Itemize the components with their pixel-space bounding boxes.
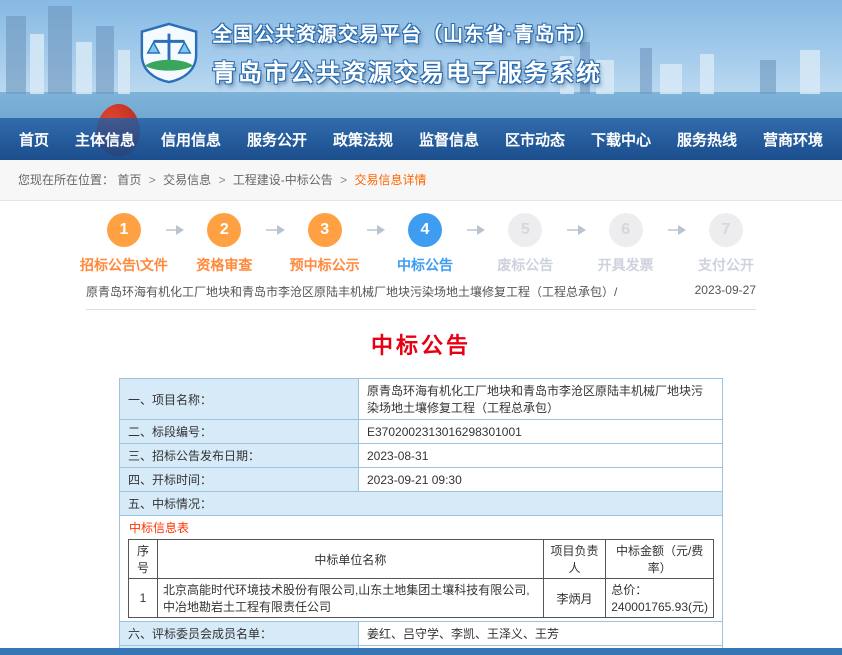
table-row: 三、招标公告发布日期： 2023-08-31 xyxy=(120,444,723,468)
table-section-row: 五、中标情况： xyxy=(120,492,723,516)
breadcrumb: 您现在所在位置： 首页 > 交易信息 > 工程建设-中标公告 > 交易信息详情 xyxy=(0,160,842,201)
building-shape xyxy=(76,42,92,94)
step-connector xyxy=(266,229,282,231)
row-value: 2023-08-31 xyxy=(359,444,723,468)
table-row: 四、开标时间： 2023-09-21 09:30 xyxy=(120,468,723,492)
step-label: 支付公开 xyxy=(666,255,786,275)
site-titles: 全国公共资源交易平台（山东省·青岛市） 青岛市公共资源交易电子服务系统 xyxy=(212,18,602,88)
building-shape xyxy=(96,26,114,94)
building-shape xyxy=(118,50,130,94)
step-circle: 3 xyxy=(308,213,342,247)
cell-award-amount: 总价：240001765.93(元) xyxy=(606,579,714,618)
step-3-pre-award-publicity: 3 预中标公示 xyxy=(289,213,361,275)
table-row: 二、标段编号： E3702002313016298301001 xyxy=(120,420,723,444)
section-label: 五、中标情况： xyxy=(120,492,723,516)
breadcrumb-separator: > xyxy=(149,173,156,187)
breadcrumb-separator: > xyxy=(340,173,347,187)
step-circle: 7 xyxy=(709,213,743,247)
brand: 全国公共资源交易平台（山东省·青岛市） 青岛市公共资源交易电子服务系统 xyxy=(138,18,602,88)
row-label: 一、项目名称： xyxy=(120,379,359,420)
nav-item-service-disclosure[interactable]: 服务公开 xyxy=(247,129,307,150)
step-2-qualification-review: 2 资格审查 xyxy=(188,213,260,275)
nav-item-credit-info[interactable]: 信用信息 xyxy=(161,129,221,150)
building-shape xyxy=(660,64,682,94)
footer-bar xyxy=(0,648,842,655)
step-circle: 5 xyxy=(508,213,542,247)
step-7-payment-disclosure: 7 支付公开 xyxy=(690,213,762,275)
system-title: 青岛市公共资源交易电子服务系统 xyxy=(212,53,602,88)
breadcrumb-current: 交易信息详情 xyxy=(355,173,427,187)
award-info-table: 序号 中标单位名称 项目负责人 中标金额（元/费率） 1 北京高能时代环境技术股… xyxy=(128,539,714,618)
doc-header: 原青岛环海有机化工厂地块和青岛市李沧区原陆丰机械厂地块污染场地土壤修复工程（工程… xyxy=(86,283,756,310)
col-header-winner-name: 中标单位名称 xyxy=(157,540,543,579)
cell-project-leader: 李炳月 xyxy=(543,579,605,618)
subtable-data-row: 1 北京高能时代环境技术股份有限公司,山东土地集团土壤科技有限公司,中冶地勘岩土… xyxy=(129,579,714,618)
row-value: E3702002313016298301001 xyxy=(359,420,723,444)
nav-item-supervision-info[interactable]: 监督信息 xyxy=(419,129,479,150)
step-connector xyxy=(668,229,684,231)
row-value: 原青岛环海有机化工厂地块和青岛市李沧区原陆丰机械厂地块污染场地土壤修复工程（工程… xyxy=(359,379,723,420)
row-value: 2023-09-21 09:30 xyxy=(359,468,723,492)
row-label: 三、招标公告发布日期： xyxy=(120,444,359,468)
nav-item-home[interactable]: 首页 xyxy=(19,129,49,150)
header-banner: 全国公共资源交易平台（山东省·青岛市） 青岛市公共资源交易电子服务系统 首页 主… xyxy=(0,0,842,160)
page: 全国公共资源交易平台（山东省·青岛市） 青岛市公共资源交易电子服务系统 首页 主… xyxy=(0,0,842,655)
nav-item-download-center[interactable]: 下载中心 xyxy=(591,129,651,150)
step-circle: 2 xyxy=(207,213,241,247)
nav-item-policies[interactable]: 政策法规 xyxy=(333,129,393,150)
subtable-wrapper: 中标信息表 序号 中标单位名称 项目负责人 中标金额（元/费率） xyxy=(120,516,723,622)
building-shape xyxy=(760,60,776,94)
row-label: 二、标段编号： xyxy=(120,420,359,444)
cell-winner-name: 北京高能时代环境技术股份有限公司,山东土地集团土壤科技有限公司,中冶地勘岩土工程… xyxy=(157,579,543,618)
step-circle: 6 xyxy=(609,213,643,247)
info-table: 一、项目名称： 原青岛环海有机化工厂地块和青岛市李沧区原陆丰机械厂地块污染场地土… xyxy=(119,378,723,648)
publish-date: 2023-09-27 xyxy=(695,283,756,300)
main-nav: 首页 主体信息 信用信息 服务公开 政策法规 监督信息 区市动态 下载中心 服务… xyxy=(0,118,842,160)
step-5-cancelled-bid-announcement: 5 废标公告 xyxy=(489,213,561,275)
row-value: 姜红、吕守学、李凯、王泽义、王芳 xyxy=(359,622,723,646)
step-circle: 4 xyxy=(408,213,442,247)
platform-title: 全国公共资源交易平台（山东省·青岛市） xyxy=(212,18,602,47)
step-4-award-announcement: 4 中标公告 xyxy=(389,213,461,275)
subtable-header-row: 序号 中标单位名称 项目负责人 中标金额（元/费率） xyxy=(129,540,714,579)
table-row: 六、评标委员会成员名单： 姜红、吕守学、李凯、王泽义、王芳 xyxy=(120,622,723,646)
nav-item-service-hotline[interactable]: 服务热线 xyxy=(677,129,737,150)
step-connector xyxy=(467,229,483,231)
building-shape xyxy=(6,16,26,94)
subtable-caption: 中标信息表 xyxy=(129,519,714,536)
building-shape xyxy=(48,6,72,94)
step-circle: 1 xyxy=(107,213,141,247)
announcement-title: 中标公告 xyxy=(119,328,723,360)
table-row: 一、项目名称： 原青岛环海有机化工厂地块和青岛市李沧区原陆丰机械厂地块污染场地土… xyxy=(120,379,723,420)
breadcrumb-award-list[interactable]: 工程建设-中标公告 xyxy=(233,173,333,187)
building-shape xyxy=(800,50,820,94)
step-1-tender-announcement: 1 招标公告\文件 xyxy=(88,213,160,275)
breadcrumb-separator: > xyxy=(218,173,225,187)
row-label: 四、开标时间： xyxy=(120,468,359,492)
building-shape xyxy=(700,54,714,94)
col-header-index: 序号 xyxy=(129,540,158,579)
cell-index: 1 xyxy=(129,579,158,618)
step-connector xyxy=(166,229,182,231)
breadcrumb-trade-info[interactable]: 交易信息 xyxy=(163,173,211,187)
building-shape xyxy=(30,34,44,94)
subtable-row: 中标信息表 序号 中标单位名称 项目负责人 中标金额（元/费率） xyxy=(120,516,723,622)
progress-steps: 1 招标公告\文件 2 资格审查 3 预中标公示 4 中标公告 5 废标公告 xyxy=(0,213,842,275)
step-connector xyxy=(367,229,383,231)
col-header-project-leader: 项目负责人 xyxy=(543,540,605,579)
breadcrumb-home[interactable]: 首页 xyxy=(117,173,141,187)
building-shape xyxy=(640,48,652,94)
nav-item-business-environment[interactable]: 营商环境 xyxy=(763,129,823,150)
nav-item-district-news[interactable]: 区市动态 xyxy=(505,129,565,150)
nav-item-entity-info[interactable]: 主体信息 xyxy=(75,129,135,150)
main-content: 1 招标公告\文件 2 资格审查 3 预中标公示 4 中标公告 5 废标公告 xyxy=(0,201,842,648)
step-6-invoice-issuance: 6 开具发票 xyxy=(590,213,662,275)
step-connector xyxy=(567,229,583,231)
project-title-line: 原青岛环海有机化工厂地块和青岛市李沧区原陆丰机械厂地块污染场地土壤修复工程（工程… xyxy=(86,283,617,300)
breadcrumb-prefix: 您现在所在位置： xyxy=(18,173,114,187)
col-header-award-amount: 中标金额（元/费率） xyxy=(606,540,714,579)
doc-body: 中标公告 一、项目名称： 原青岛环海有机化工厂地块和青岛市李沧区原陆丰机械厂地块… xyxy=(119,328,723,648)
platform-logo-icon[interactable] xyxy=(138,22,200,84)
row-label: 六、评标委员会成员名单： xyxy=(120,622,359,646)
